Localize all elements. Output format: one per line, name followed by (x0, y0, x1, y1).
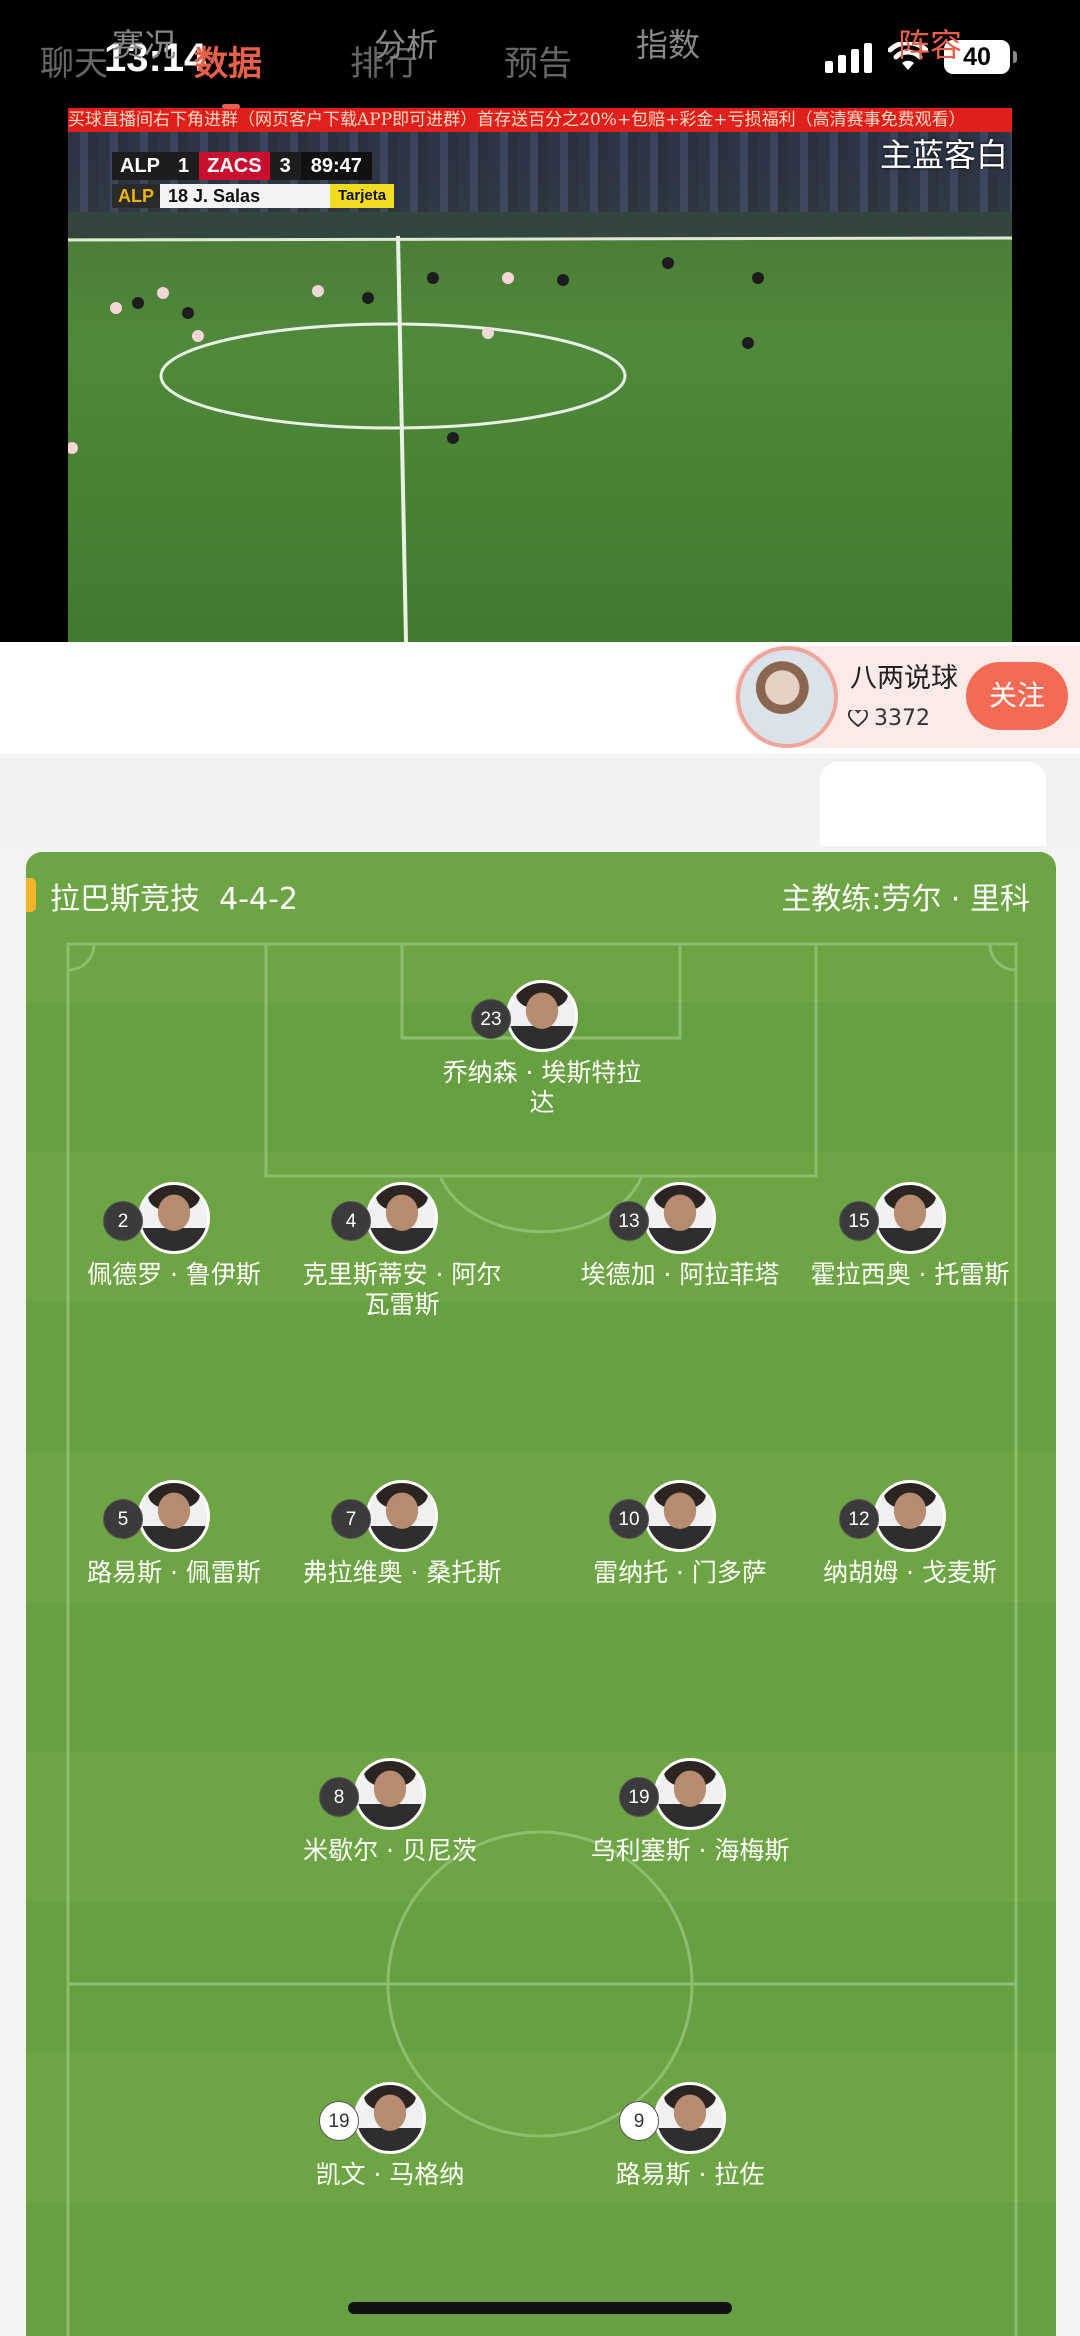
subtab-odds[interactable]: 指数 (636, 20, 700, 66)
player-card[interactable]: 15 霍拉西奥 · 托雷斯 (800, 1182, 1020, 1290)
video-caption: ALP 18 J. Salas Tarjeta (112, 184, 395, 208)
player-number: 4 (331, 1201, 371, 1241)
formation: 4-4-2 (219, 882, 298, 917)
caption-team: ALP (112, 184, 160, 208)
home-indicator[interactable] (348, 2302, 732, 2314)
player-card[interactable]: 12 纳胡姆 · 戈麦斯 (800, 1480, 1020, 1588)
player-number: 2 (103, 1201, 143, 1241)
team-name: 拉巴斯竞技 (50, 882, 200, 917)
team-marker (26, 878, 36, 912)
player-card[interactable]: 9 路易斯 · 拉佐 (580, 2082, 800, 2190)
player-avatar: 4 (331, 1182, 438, 1254)
player-name: 埃德加 · 阿拉菲塔 (580, 1260, 780, 1289)
signal-icon (825, 41, 872, 73)
subtab-lineup[interactable]: 阵容 (898, 20, 962, 66)
player-avatar: 19 (619, 1758, 726, 1830)
scorebug-home-score: 1 (168, 152, 200, 180)
player-number: 8 (319, 1777, 359, 1817)
player-card[interactable]: 2 佩德罗 · 鲁伊斯 (64, 1182, 284, 1290)
tab-preview[interactable]: 预告 (504, 36, 572, 85)
team-name-formation: 拉巴斯竞技 4-4-2 (50, 874, 298, 918)
lineup-pitch: 拉巴斯竞技 4-4-2 主教练:劳尔 · 里科 23 乔纳森 · 埃斯特拉达 2… (26, 852, 1056, 2336)
player-name: 乌利塞斯 · 海梅斯 (590, 1836, 790, 1865)
subtab-match-status[interactable]: 赛况 (112, 20, 176, 66)
player-card[interactable]: 19 凯文 · 马格纳 (280, 2082, 500, 2190)
host-avatar[interactable] (736, 646, 838, 748)
player-name: 纳胡姆 · 戈麦斯 (823, 1558, 997, 1587)
player-name: 凯文 · 马格纳 (315, 2160, 465, 2189)
player-name: 霍拉西奥 · 托雷斯 (810, 1260, 1010, 1289)
host-name: 八两说球 (850, 663, 958, 694)
player-avatar: 8 (319, 1758, 426, 1830)
player-name: 佩德罗 · 鲁伊斯 (87, 1260, 261, 1289)
player-card[interactable]: 5 路易斯 · 佩雷斯 (64, 1480, 284, 1588)
player-avatar: 7 (331, 1480, 438, 1552)
player-avatar: 23 (471, 980, 578, 1052)
player-name: 米歇尔 · 贝尼茨 (303, 1836, 477, 1865)
player-card[interactable]: 10 雷纳托 · 门多萨 (570, 1480, 790, 1588)
heart-icon (848, 709, 868, 727)
player-avatar: 13 (609, 1182, 716, 1254)
promo-ticker: 买球直播间右下角进群（网页客户下载APP即可进群）首存送百分之20%+包赔+彩金… (68, 108, 1012, 132)
player-number: 23 (471, 999, 511, 1039)
player-card[interactable]: 7 弗拉维奥 · 桑托斯 (292, 1480, 512, 1588)
scorebug-away-score: 3 (269, 152, 301, 180)
sub-tab-active-background (820, 762, 1046, 846)
follow-button[interactable]: 关注 (966, 662, 1068, 730)
player-number: 9 (619, 2101, 659, 2141)
player-name: 克里斯蒂安 · 阿尔瓦雷斯 (302, 1260, 502, 1319)
player-card[interactable]: 13 埃德加 · 阿拉菲塔 (570, 1182, 790, 1290)
host-likes-count: 3372 (874, 706, 930, 731)
player-name: 路易斯 · 拉佐 (615, 2160, 765, 2189)
tab-active-indicator (222, 104, 240, 109)
player-number: 10 (609, 1499, 649, 1539)
player-name: 弗拉维奥 · 桑托斯 (302, 1558, 502, 1587)
player-number: 5 (103, 1499, 143, 1539)
tab-chat[interactable]: 聊天 (40, 36, 108, 85)
player-number: 19 (619, 1777, 659, 1817)
player-card[interactable]: 23 乔纳森 · 埃斯特拉达 (432, 980, 652, 1118)
player-number: 7 (331, 1499, 371, 1539)
head-coach: 主教练:劳尔 · 里科 (781, 882, 1030, 917)
video-scorebug: ALP 1 ZACS 3 89:47 (112, 152, 372, 180)
player-card[interactable]: 8 米歇尔 · 贝尼茨 (280, 1758, 500, 1866)
player-avatar: 10 (609, 1480, 716, 1552)
caption-tag: Tarjeta (330, 184, 395, 208)
player-name: 雷纳托 · 门多萨 (593, 1558, 767, 1587)
player-avatar: 15 (839, 1182, 946, 1254)
player-avatar: 12 (839, 1480, 946, 1552)
player-name: 乔纳森 · 埃斯特拉达 (442, 1058, 642, 1117)
video-watermark: 主蓝客白 (879, 136, 1008, 174)
player-avatar: 5 (103, 1480, 210, 1552)
host-likes: 3372 (848, 706, 930, 731)
player-avatar: 19 (319, 2082, 426, 2154)
player-card[interactable]: 19 乌利塞斯 · 海梅斯 (580, 1758, 800, 1866)
player-number: 19 (319, 2101, 359, 2141)
player-number: 13 (609, 1201, 649, 1241)
player-number: 12 (839, 1499, 879, 1539)
scorebug-home: ALP (112, 152, 168, 180)
player-name: 路易斯 · 佩雷斯 (87, 1558, 261, 1587)
live-video-player[interactable]: 买球直播间右下角进群（网页客户下载APP即可进群）首存送百分之20%+包赔+彩金… (68, 108, 1012, 642)
tab-data[interactable]: 数据 (194, 36, 262, 85)
player-avatar: 9 (619, 2082, 726, 2154)
scorebug-clock: 89:47 (300, 152, 372, 180)
subtab-analysis[interactable]: 分析 (374, 20, 438, 66)
player-number: 15 (839, 1201, 879, 1241)
player-card[interactable]: 4 克里斯蒂安 · 阿尔瓦雷斯 (292, 1182, 512, 1320)
player-avatar: 2 (103, 1182, 210, 1254)
caption-player: 18 J. Salas (160, 184, 330, 208)
scorebug-away: ZACS (199, 152, 270, 180)
